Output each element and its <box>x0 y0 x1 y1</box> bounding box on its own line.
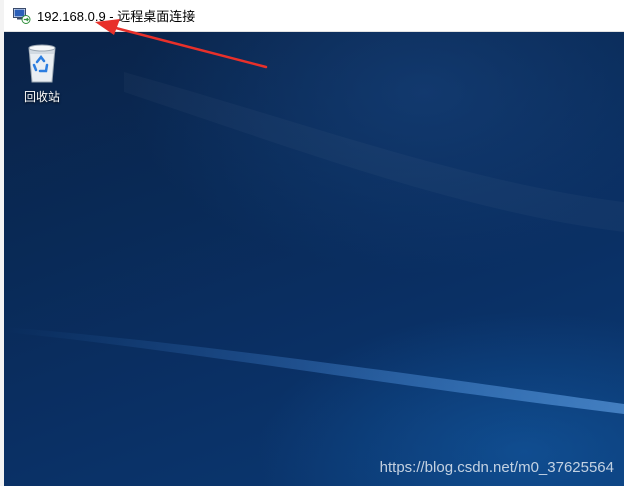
remote-desktop-area[interactable]: 回收站 https://blog.csdn.net/m0_37625564 <box>4 32 624 486</box>
desktop-icon-label: 回收站 <box>23 90 60 104</box>
recycle-bin-icon <box>28 44 56 83</box>
remote-desktop-icon[interactable] <box>13 7 31 24</box>
desktop-icon-recycle-bin[interactable]: 回收站 <box>16 40 68 105</box>
screenshot: 192.168.0.9 - 远程桌面连接 回收站 https://blog.cs… <box>0 0 624 486</box>
wallpaper-light-ray <box>4 327 624 414</box>
window-titlebar[interactable]: 192.168.0.9 - 远程桌面连接 <box>4 0 624 32</box>
watermark: https://blog.csdn.net/m0_37625564 <box>379 459 614 476</box>
window-title: 192.168.0.9 - 远程桌面连接 <box>37 9 196 24</box>
